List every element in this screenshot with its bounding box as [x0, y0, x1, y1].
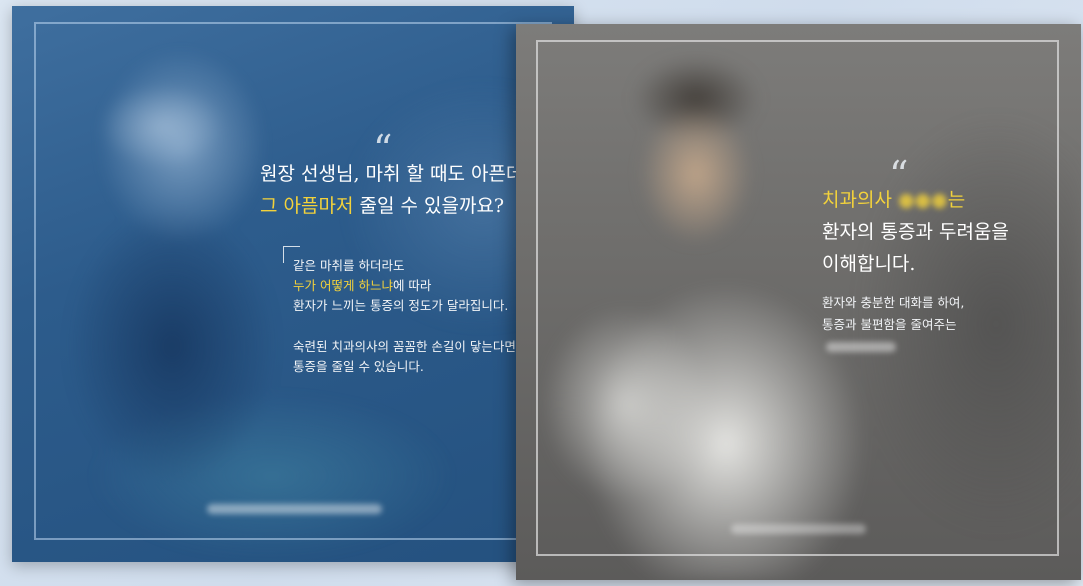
right-headline-line1: 치과의사 ●●●는	[822, 184, 965, 216]
blurred-doctor-name: ●●●	[897, 189, 948, 211]
right-headline-line3: 이해합니다.	[822, 253, 916, 275]
right-body-line2: 통증과 불편함을 줄여주는	[822, 317, 957, 332]
blurred-logo	[731, 524, 866, 534]
blurred-logo	[207, 504, 382, 514]
left-body-line2: 누가 어떻게 하느냐에 따라	[293, 276, 431, 297]
right-headline-suffix: 는	[947, 189, 966, 211]
right-headline-line2: 환자의 통증과 두려움을	[822, 221, 1009, 243]
left-body-line4: 숙련된 치과의사의 꼼꼼한 손길이 닿는다면	[293, 339, 516, 354]
left-body-line3: 환자가 느끼는 통증의 정도가 달라집니다.	[293, 298, 509, 313]
left-body-line2-rest: 에 따라	[392, 278, 432, 293]
left-body-line5: 통증을 줄일 수 있습니다.	[293, 359, 424, 374]
left-body-line1: 같은 마취를 하더라도	[293, 258, 405, 273]
right-headline-highlight: 치과의사	[822, 189, 892, 211]
card-frame	[536, 40, 1059, 556]
blurred-text	[826, 342, 896, 352]
left-headline-highlight: 그 아픔마저	[260, 195, 354, 217]
dentist-empathy-card: “ 치과의사 ●●●는 환자의 통증과 두려움을 이해합니다. 환자와 충분한 …	[516, 24, 1081, 580]
right-body-line1: 환자와 충분한 대화를 하여,	[822, 295, 965, 310]
left-headline-line1: 원장 선생님, 마취 할 때도 아픈데	[260, 163, 524, 185]
left-body-highlight: 누가 어떻게 하느냐	[293, 278, 393, 293]
dental-anesthesia-card: “ 원장 선생님, 마취 할 때도 아픈데 그 아픔마저 줄일 수 있을까요? …	[12, 6, 574, 562]
left-headline-line2: 그 아픔마저 줄일 수 있을까요?	[260, 190, 504, 222]
left-headline-rest: 줄일 수 있을까요?	[353, 195, 505, 217]
